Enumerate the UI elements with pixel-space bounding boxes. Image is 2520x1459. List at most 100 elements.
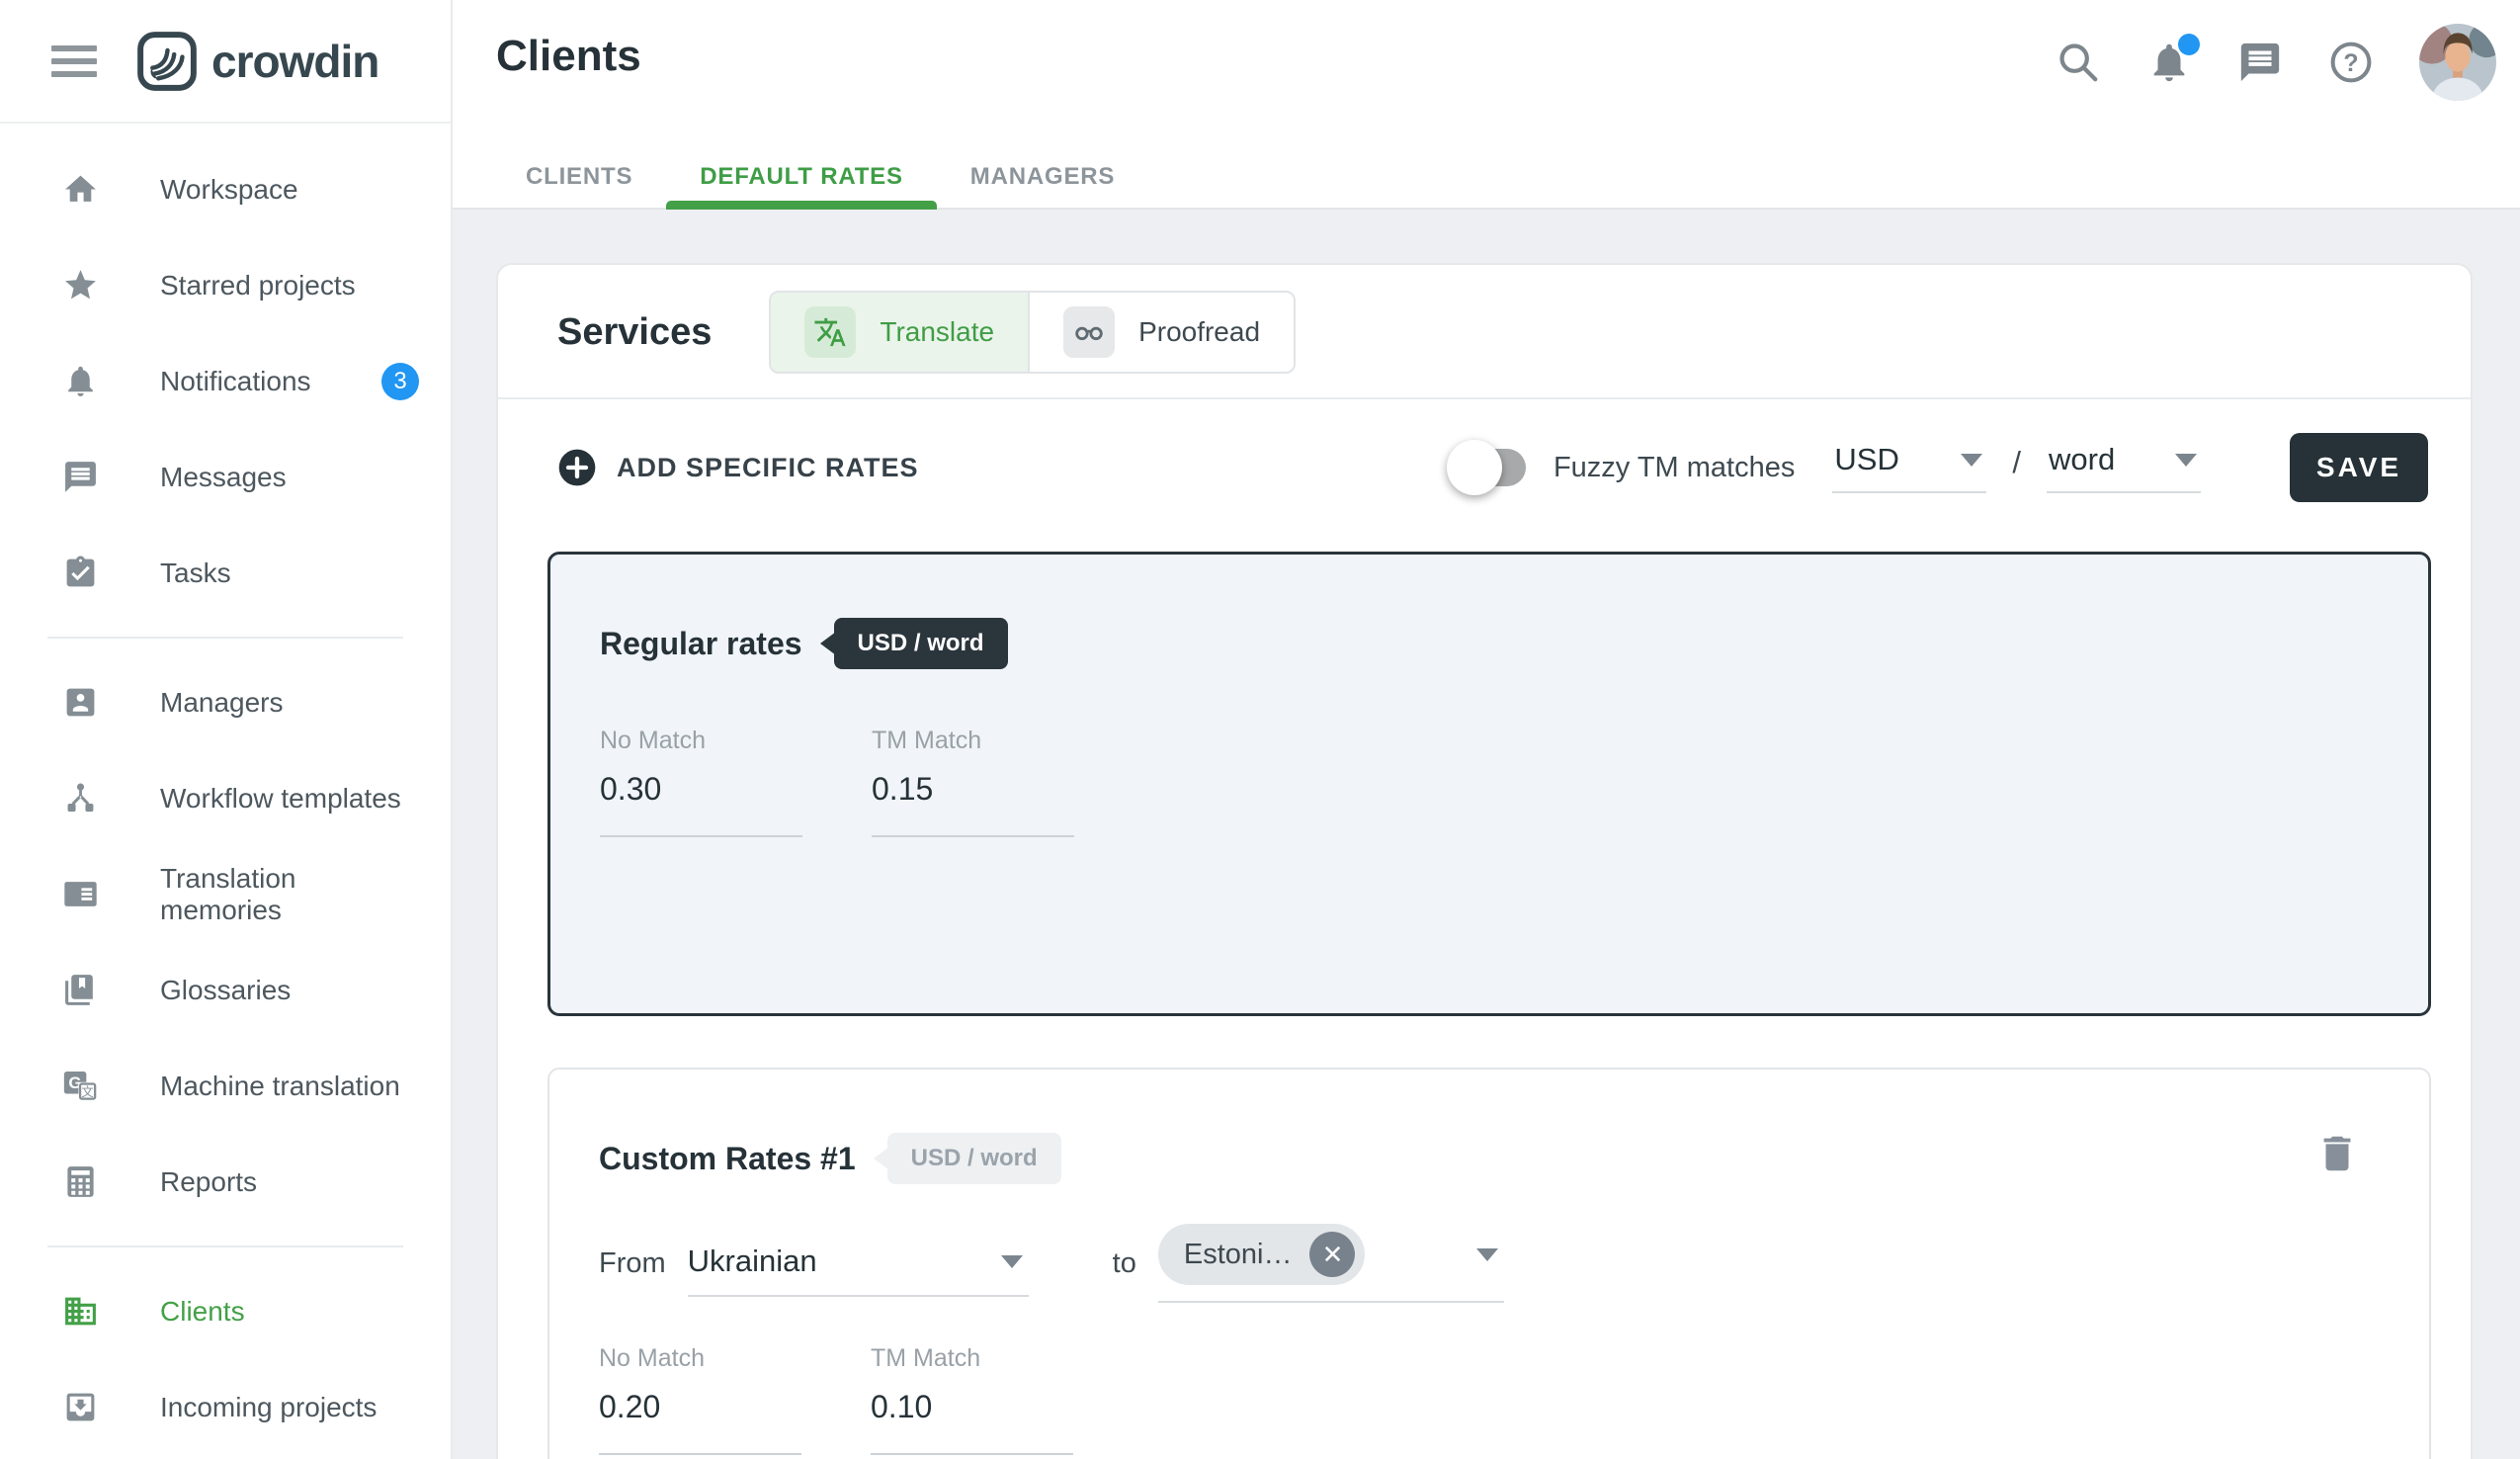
tm-match-field[interactable]: TM Match 0.15 — [872, 727, 1074, 837]
sidebar-item-managers[interactable]: Managers — [0, 654, 451, 750]
unit-badge: USD / word — [887, 1133, 1061, 1184]
no-match-field[interactable]: No Match 0.30 — [600, 727, 802, 837]
sidebar-item-workflow-templates[interactable]: Workflow templates — [0, 750, 451, 846]
machine-translate-icon: G 文 — [62, 1068, 99, 1104]
tab-clients[interactable]: CLIENTS — [492, 146, 666, 208]
sidebar-item-starred-projects[interactable]: Starred projects — [0, 237, 451, 333]
no-match-field[interactable]: No Match 0.20 — [599, 1344, 801, 1455]
sidebar-item-label: Managers — [160, 687, 284, 719]
clipboard-check-icon — [62, 555, 99, 591]
home-icon — [62, 171, 99, 208]
sidebar-item-label: Incoming projects — [160, 1392, 377, 1423]
calculator-icon — [62, 1163, 99, 1200]
service-option-proofread[interactable]: Proofread — [1028, 293, 1294, 372]
fuzzy-tm-label: Fuzzy TM matches — [1554, 452, 1795, 484]
sidebar-item-label: Reports — [160, 1166, 257, 1198]
svg-text:?: ? — [2343, 49, 2358, 77]
page-title: Clients — [496, 32, 641, 81]
tm-match-rate-input[interactable]: 0.15 — [872, 771, 1074, 808]
custom-rates-card[interactable]: Custom Rates #1 USD / word From Ukrainia… — [547, 1068, 2431, 1459]
regular-rates-title: Regular rates — [600, 626, 802, 662]
sidebar-header: crowdin — [0, 0, 451, 124]
sidebar-item-translation-memories[interactable]: Translation memories — [0, 846, 451, 942]
sidebar-item-label: Starred projects — [160, 270, 356, 301]
sidebar-item-label: Clients — [160, 1296, 245, 1328]
currency-value: USD — [1834, 442, 1898, 477]
book-bookmark-icon — [62, 972, 99, 1008]
chevron-down-icon — [1961, 454, 1982, 467]
unread-notification-dot — [2178, 34, 2200, 55]
search-icon[interactable] — [2056, 40, 2101, 85]
target-language-select[interactable]: Estoni… ✕ — [1158, 1224, 1504, 1303]
unit-value: word — [2049, 442, 2115, 477]
target-language-chip[interactable]: Estoni… ✕ — [1158, 1224, 1366, 1285]
source-language-select[interactable]: Ukrainian — [688, 1230, 1029, 1297]
tab-managers[interactable]: MANAGERS — [937, 146, 1148, 208]
topbar-icons: ? — [2056, 20, 2496, 105]
rates-fields-row: No Match 0.20 TM Match 0.10 — [599, 1344, 2390, 1455]
user-avatar[interactable] — [2419, 24, 2496, 101]
unit-badge: USD / word — [834, 618, 1008, 669]
service-option-translate[interactable]: Translate — [771, 293, 1028, 372]
source-language-value: Ukrainian — [688, 1244, 817, 1279]
trash-icon — [2314, 1131, 2360, 1176]
tm-match-field[interactable]: TM Match 0.10 — [871, 1344, 1073, 1455]
sidebar-item-machine-translation[interactable]: G 文 Machine translation — [0, 1038, 451, 1134]
sidebar-item-label: Tasks — [160, 558, 231, 589]
crowdin-logo[interactable]: crowdin — [136, 31, 378, 92]
sidebar-divider — [47, 637, 403, 639]
building-icon — [62, 1293, 99, 1330]
chevron-down-icon — [1001, 1255, 1023, 1268]
sidebar-item-workspace[interactable]: Workspace — [0, 141, 451, 237]
messages-chat-icon[interactable] — [2237, 40, 2283, 85]
sidebar-item-incoming-projects[interactable]: Incoming projects — [0, 1359, 451, 1455]
field-label: No Match — [600, 727, 802, 755]
chevron-down-icon — [2175, 454, 2197, 467]
field-label: TM Match — [871, 1344, 1073, 1373]
glasses-icon — [1063, 306, 1115, 358]
add-specific-rates-button[interactable]: ADD SPECIFIC RATES — [557, 448, 919, 487]
field-label: No Match — [599, 1344, 801, 1373]
language-pair-row: From Ukrainian to Estoni… — [599, 1224, 2390, 1303]
unit-separator: / — [2012, 445, 2021, 480]
notifications-bell-icon[interactable] — [2146, 40, 2192, 85]
to-label: to — [1113, 1247, 1136, 1280]
sidebar-item-label: Glossaries — [160, 975, 291, 1006]
unit-select[interactable]: word — [2047, 442, 2201, 493]
chat-bubble-icon — [62, 459, 99, 495]
fuzzy-tm-toggle[interactable] — [1453, 449, 1526, 486]
sidebar-item-messages[interactable]: Messages — [0, 429, 451, 525]
tab-default-rates[interactable]: DEFAULT RATES — [666, 146, 937, 208]
regular-rates-card[interactable]: Regular rates USD / word No Match 0.30 T… — [547, 552, 2431, 1016]
memory-card-icon — [62, 876, 99, 912]
page-tabs: CLIENTS DEFAULT RATES MANAGERS — [492, 146, 1148, 208]
target-language-chip-label: Estoni… — [1184, 1239, 1293, 1271]
hamburger-menu-icon[interactable] — [51, 45, 97, 77]
sidebar-nav: Workspace Starred projects Notifications… — [0, 124, 451, 1459]
sidebar-item-label: Translation memories — [160, 863, 419, 926]
no-match-rate-input[interactable]: 0.20 — [599, 1389, 801, 1425]
logo-wordmark: crowdin — [211, 35, 378, 88]
star-icon — [62, 267, 99, 303]
delete-card-button[interactable] — [2314, 1131, 2360, 1176]
sidebar-item-notifications[interactable]: Notifications 3 — [0, 333, 451, 429]
sidebar-item-tasks[interactable]: Tasks — [0, 525, 451, 621]
help-icon[interactable]: ? — [2328, 40, 2374, 85]
translate-icon — [804, 306, 856, 358]
bell-icon — [62, 363, 99, 399]
from-label: From — [599, 1247, 666, 1280]
remove-language-icon[interactable]: ✕ — [1309, 1232, 1355, 1277]
sidebar-item-label: Workflow templates — [160, 783, 401, 815]
sidebar-item-clients[interactable]: Clients — [0, 1263, 451, 1359]
currency-select[interactable]: USD — [1832, 442, 1986, 493]
top-bar: Clients CLIENTS DEFAULT RATES MANAGERS — [453, 0, 2520, 210]
service-option-label: Proofread — [1138, 316, 1260, 348]
toggle-knob — [1447, 440, 1502, 495]
sidebar-divider — [47, 1245, 403, 1247]
no-match-rate-input[interactable]: 0.30 — [600, 771, 802, 808]
sidebar-item-glossaries[interactable]: Glossaries — [0, 942, 451, 1038]
tm-match-rate-input[interactable]: 0.10 — [871, 1389, 1073, 1425]
sidebar-item-reports[interactable]: Reports — [0, 1134, 451, 1230]
card-title-row: Regular rates USD / word — [600, 618, 2389, 669]
save-button[interactable]: SAVE — [2290, 433, 2428, 502]
